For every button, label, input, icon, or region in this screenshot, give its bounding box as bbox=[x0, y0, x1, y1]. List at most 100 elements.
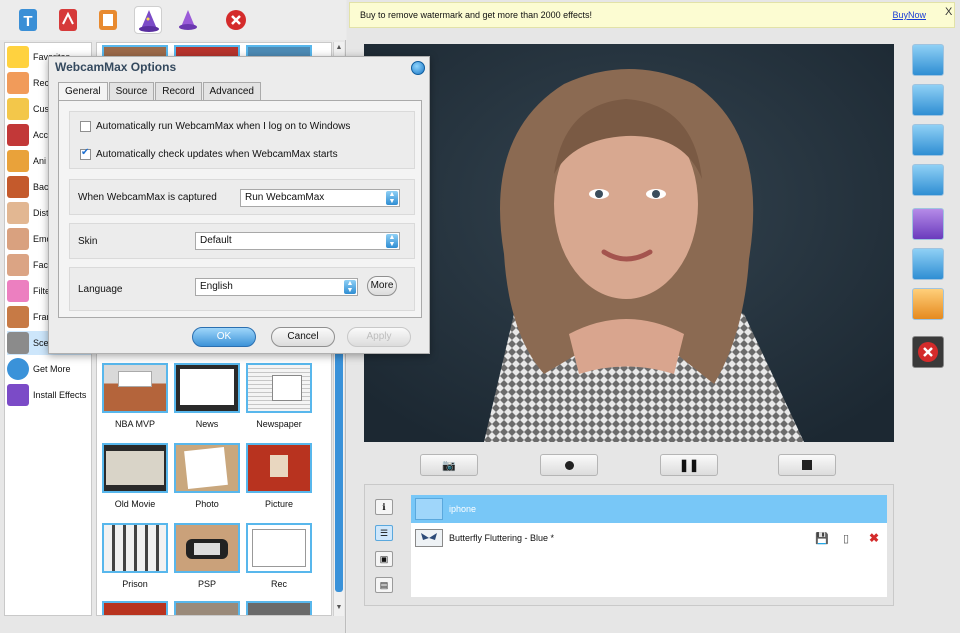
layer-thumbnail bbox=[415, 498, 443, 520]
language-label: Language bbox=[78, 284, 123, 295]
side-tools bbox=[908, 40, 948, 380]
record-button[interactable] bbox=[540, 454, 598, 476]
info-icon[interactable]: ℹ bbox=[375, 499, 393, 515]
captured-select-value: Run WebcamMax bbox=[245, 192, 325, 203]
effect-preview bbox=[246, 523, 312, 573]
captured-label: When WebcamMax is captured bbox=[78, 192, 217, 203]
cancel-button[interactable]: Cancel bbox=[271, 327, 335, 347]
auto-update-checkbox[interactable] bbox=[80, 147, 91, 160]
pause-button[interactable]: ❚❚ bbox=[660, 454, 718, 476]
video-clip-icon[interactable] bbox=[912, 84, 944, 116]
auto-run-checkbox[interactable] bbox=[80, 121, 91, 132]
effect-label: Prison bbox=[122, 579, 148, 589]
wizard-icon[interactable] bbox=[912, 208, 944, 240]
auto-update-label: Automatically check updates when WebcamM… bbox=[96, 149, 338, 160]
category-label: Bac bbox=[33, 182, 49, 192]
category-label: Fac bbox=[33, 260, 49, 270]
layer-label: iphone bbox=[449, 504, 477, 514]
effect-preview bbox=[246, 363, 312, 413]
folder-icon bbox=[7, 98, 29, 120]
effect-preview bbox=[174, 523, 240, 573]
stop-button[interactable] bbox=[778, 454, 836, 476]
captured-select[interactable]: Run WebcamMax ▲ ▼ bbox=[240, 189, 400, 207]
layer-row[interactable]: iphone bbox=[411, 495, 887, 523]
effect-label: NBA MVP bbox=[114, 419, 155, 429]
scrollbar-thumb[interactable] bbox=[335, 342, 343, 592]
delete-icon[interactable]: ✖ bbox=[869, 531, 879, 545]
close-banner-icon[interactable]: X bbox=[945, 6, 952, 18]
close-effect-icon[interactable] bbox=[912, 336, 944, 368]
effect-photo[interactable]: Photo bbox=[173, 443, 241, 509]
effect-preview bbox=[102, 363, 168, 413]
text-effect-icon[interactable]: T bbox=[14, 6, 42, 34]
face-distort-icon bbox=[7, 202, 29, 224]
background-icon bbox=[7, 176, 29, 198]
magic-hat-icon[interactable] bbox=[174, 6, 202, 34]
effect-box-icon[interactable] bbox=[912, 288, 944, 320]
effect-newspaper[interactable]: Newspaper bbox=[245, 363, 313, 429]
category-install-effects[interactable]: Install Effects bbox=[7, 383, 91, 407]
effect-label: PSP bbox=[197, 579, 216, 589]
effect-preview bbox=[102, 523, 168, 573]
layer-label: Butterfly Fluttering - Blue * bbox=[449, 533, 555, 543]
film-icon[interactable]: ▤ bbox=[375, 577, 393, 593]
save-icon[interactable]: 💾 bbox=[815, 532, 829, 545]
dropdown-arrow-icon: ▲ ▼ bbox=[386, 191, 398, 205]
globe-icon bbox=[7, 358, 29, 380]
tab-advanced[interactable]: Advanced bbox=[202, 82, 261, 100]
list-view-icon[interactable]: ☰ bbox=[375, 525, 393, 541]
dropdown-arrow-icon: ▲ ▼ bbox=[344, 280, 356, 294]
filter-icon bbox=[7, 280, 29, 302]
tab-record[interactable]: Record bbox=[155, 82, 202, 100]
layer-row[interactable]: Butterfly Fluttering - Blue * 💾 ▯ ✖ bbox=[411, 527, 887, 549]
scene-icon bbox=[7, 332, 29, 354]
emotion-icon bbox=[7, 228, 29, 250]
category-label: Dist bbox=[33, 208, 49, 218]
effect-prison[interactable]: Prison bbox=[101, 523, 169, 589]
language-select[interactable]: English ▲ ▼ bbox=[195, 278, 358, 296]
effect-psp[interactable]: PSP bbox=[173, 523, 241, 589]
skin-group: Skin Default ▲ ▼ bbox=[69, 223, 415, 259]
skin-select[interactable]: Default ▲ ▼ bbox=[195, 232, 400, 250]
record-dot-icon bbox=[564, 460, 574, 470]
more-languages-button[interactable]: More bbox=[367, 276, 397, 296]
tab-general[interactable]: General bbox=[58, 82, 108, 101]
ok-button[interactable]: OK bbox=[192, 327, 256, 347]
dropdown-arrow-icon: ▲ ▼ bbox=[386, 234, 398, 248]
wizard-hat-icon[interactable] bbox=[134, 6, 162, 34]
effect-news[interactable]: News bbox=[173, 363, 241, 429]
scroll-down-icon[interactable]: ▼ bbox=[334, 604, 344, 614]
effect-picture[interactable]: Picture bbox=[245, 443, 313, 509]
import-effect-icon[interactable] bbox=[94, 6, 122, 34]
properties-icon[interactable]: ▯ bbox=[843, 532, 849, 545]
stop-icon bbox=[802, 460, 812, 470]
tab-source[interactable]: Source bbox=[108, 82, 155, 100]
effect-old-movie[interactable]: Old Movie bbox=[101, 443, 169, 509]
pause-icon: ❚❚ bbox=[678, 458, 700, 472]
user-profile-icon[interactable] bbox=[912, 44, 944, 76]
draw-pen-icon[interactable] bbox=[912, 248, 944, 280]
window-icon[interactable] bbox=[912, 124, 944, 156]
portrait-icon[interactable]: ▣ bbox=[375, 551, 393, 567]
snapshot-button[interactable]: 📷 bbox=[420, 454, 478, 476]
apply-button[interactable]: Apply bbox=[347, 327, 411, 347]
category-get-more[interactable]: Get More bbox=[7, 357, 91, 381]
effect-preview bbox=[102, 443, 168, 493]
effect-label: Photo bbox=[195, 499, 219, 509]
banner-text: Buy to remove watermark and get more tha… bbox=[360, 10, 592, 20]
pdf-effect-icon[interactable] bbox=[54, 6, 82, 34]
delete-effect-icon[interactable] bbox=[222, 6, 250, 34]
effect-thumb-bottom-2[interactable] bbox=[173, 601, 241, 615]
scroll-up-icon[interactable]: ▲ bbox=[334, 44, 344, 54]
effect-thumb-bottom-1[interactable] bbox=[101, 601, 169, 615]
dialog-close-icon[interactable] bbox=[411, 61, 425, 75]
buy-now-link[interactable]: BuyNow bbox=[892, 10, 926, 20]
picture-in-picture-icon[interactable] bbox=[912, 164, 944, 196]
install-wizard-icon bbox=[7, 384, 29, 406]
effect-nba-mvp[interactable]: NBA MVP bbox=[101, 363, 169, 429]
effect-thumb-bottom-3[interactable] bbox=[245, 601, 313, 615]
frame-icon bbox=[7, 306, 29, 328]
capture-group: When WebcamMax is captured Run WebcamMax… bbox=[69, 179, 415, 215]
effect-rec[interactable]: Rec bbox=[245, 523, 313, 589]
main-area: Buy to remove watermark and get more tha… bbox=[347, 0, 960, 633]
